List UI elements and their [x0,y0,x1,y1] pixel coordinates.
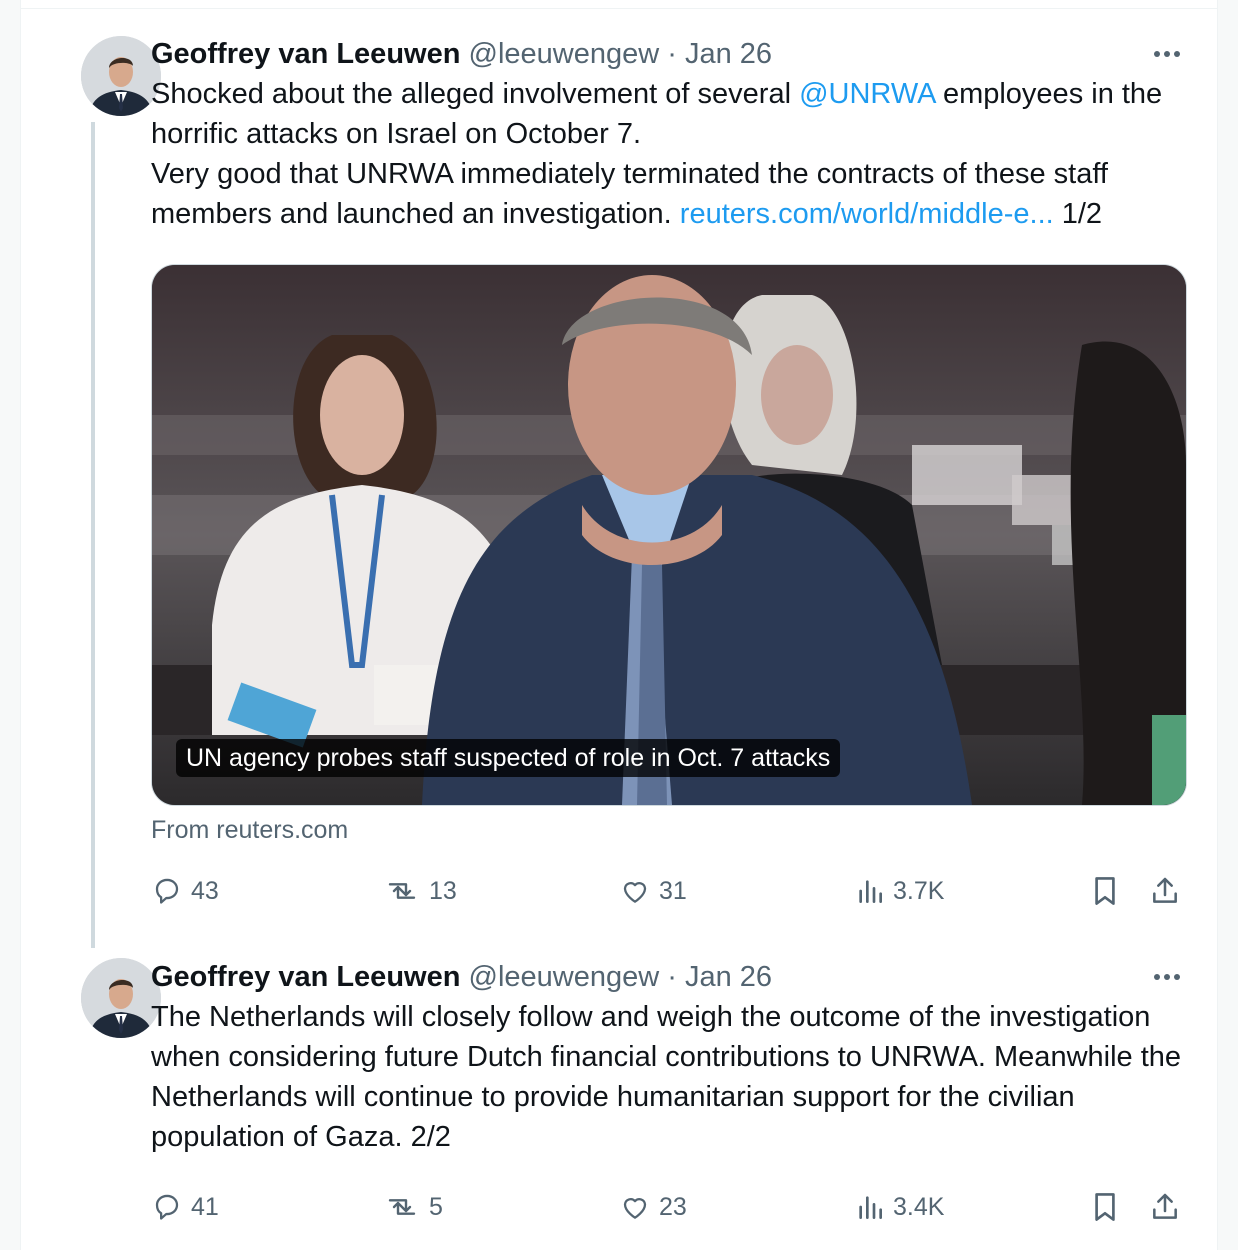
share-icon[interactable] [1149,1190,1181,1229]
author-name[interactable]: Geoffrey van Leeuwen [151,961,460,993]
card-source[interactable]: From reuters.com [151,816,348,845]
text-segment: The Netherlands will closely follow and … [151,1001,1182,1153]
timeline-column: Geoffrey van Leeuwen @leeuwengew · Jan 2… [20,0,1218,1250]
like-button[interactable]: 31 [619,866,687,916]
separator: · [667,38,677,70]
avatar[interactable] [81,958,161,1038]
tweet-content: Geoffrey van Leeuwen @leeuwengew · Jan 2… [151,36,1191,234]
author-handle[interactable]: @leeuwengew [469,38,660,70]
avatar[interactable] [81,36,161,116]
separator: · [667,961,677,993]
like-icon [619,1191,659,1223]
repost-icon [383,875,429,907]
reply-count: 41 [191,1192,219,1221]
tweet-date[interactable]: Jan 26 [685,961,772,993]
thread-line [91,122,95,948]
text-segment: Shocked about the alleged involvement of… [151,78,800,110]
views-icon [855,1191,893,1223]
thread-index: 1/2 [1053,198,1103,230]
url-link[interactable]: reuters.com/world/middle-e... [680,198,1054,230]
repost-icon [383,1191,429,1223]
tweet-date[interactable]: Jan 26 [685,38,772,70]
more-icon[interactable] [1147,965,1187,989]
reply-button[interactable]: 41 [151,1182,219,1232]
views-count: 3.4K [893,1192,945,1221]
card-title[interactable]: UN agency probes staff suspected of role… [176,739,841,777]
views-count: 3.7K [893,876,945,905]
tweet-actions: 43 13 31 3.7K [151,866,1191,916]
tweet-header: Geoffrey van Leeuwen @leeuwengew · Jan 2… [151,36,1191,72]
like-icon [619,875,659,907]
bookmark-icon[interactable] [1091,1190,1119,1229]
author-handle[interactable]: @leeuwengew [469,961,660,993]
more-icon[interactable] [1147,42,1187,66]
reply-icon [151,875,191,907]
tweet-content: Geoffrey van Leeuwen @leeuwengew · Jan 2… [151,959,1191,1157]
bookmark-icon[interactable] [1091,874,1119,913]
divider [21,8,1217,9]
tweet-text: The Netherlands will closely follow and … [151,997,1191,1157]
repost-button[interactable]: 5 [383,1182,443,1232]
tweet-text: Shocked about the alleged involvement of… [151,74,1191,234]
repost-count: 13 [429,876,457,905]
like-count: 23 [659,1192,687,1221]
reply-icon [151,1191,191,1223]
link-card[interactable]: UN agency probes staff suspected of role… [151,264,1187,806]
mention-link[interactable]: @UNRWA [799,78,935,110]
repost-count: 5 [429,1192,443,1221]
author-name[interactable]: Geoffrey van Leeuwen [151,38,460,70]
tweet-actions: 41 5 23 3.4K [151,1182,1191,1232]
like-count: 31 [659,876,687,905]
reply-button[interactable]: 43 [151,866,219,916]
card-image [152,265,1186,805]
views-button[interactable]: 3.7K [855,866,944,916]
repost-button[interactable]: 13 [383,866,457,916]
views-button[interactable]: 3.4K [855,1182,944,1232]
share-icon[interactable] [1149,874,1181,913]
views-icon [855,875,893,907]
like-button[interactable]: 23 [619,1182,687,1232]
reply-count: 43 [191,876,219,905]
tweet-header: Geoffrey van Leeuwen @leeuwengew · Jan 2… [151,959,1191,995]
